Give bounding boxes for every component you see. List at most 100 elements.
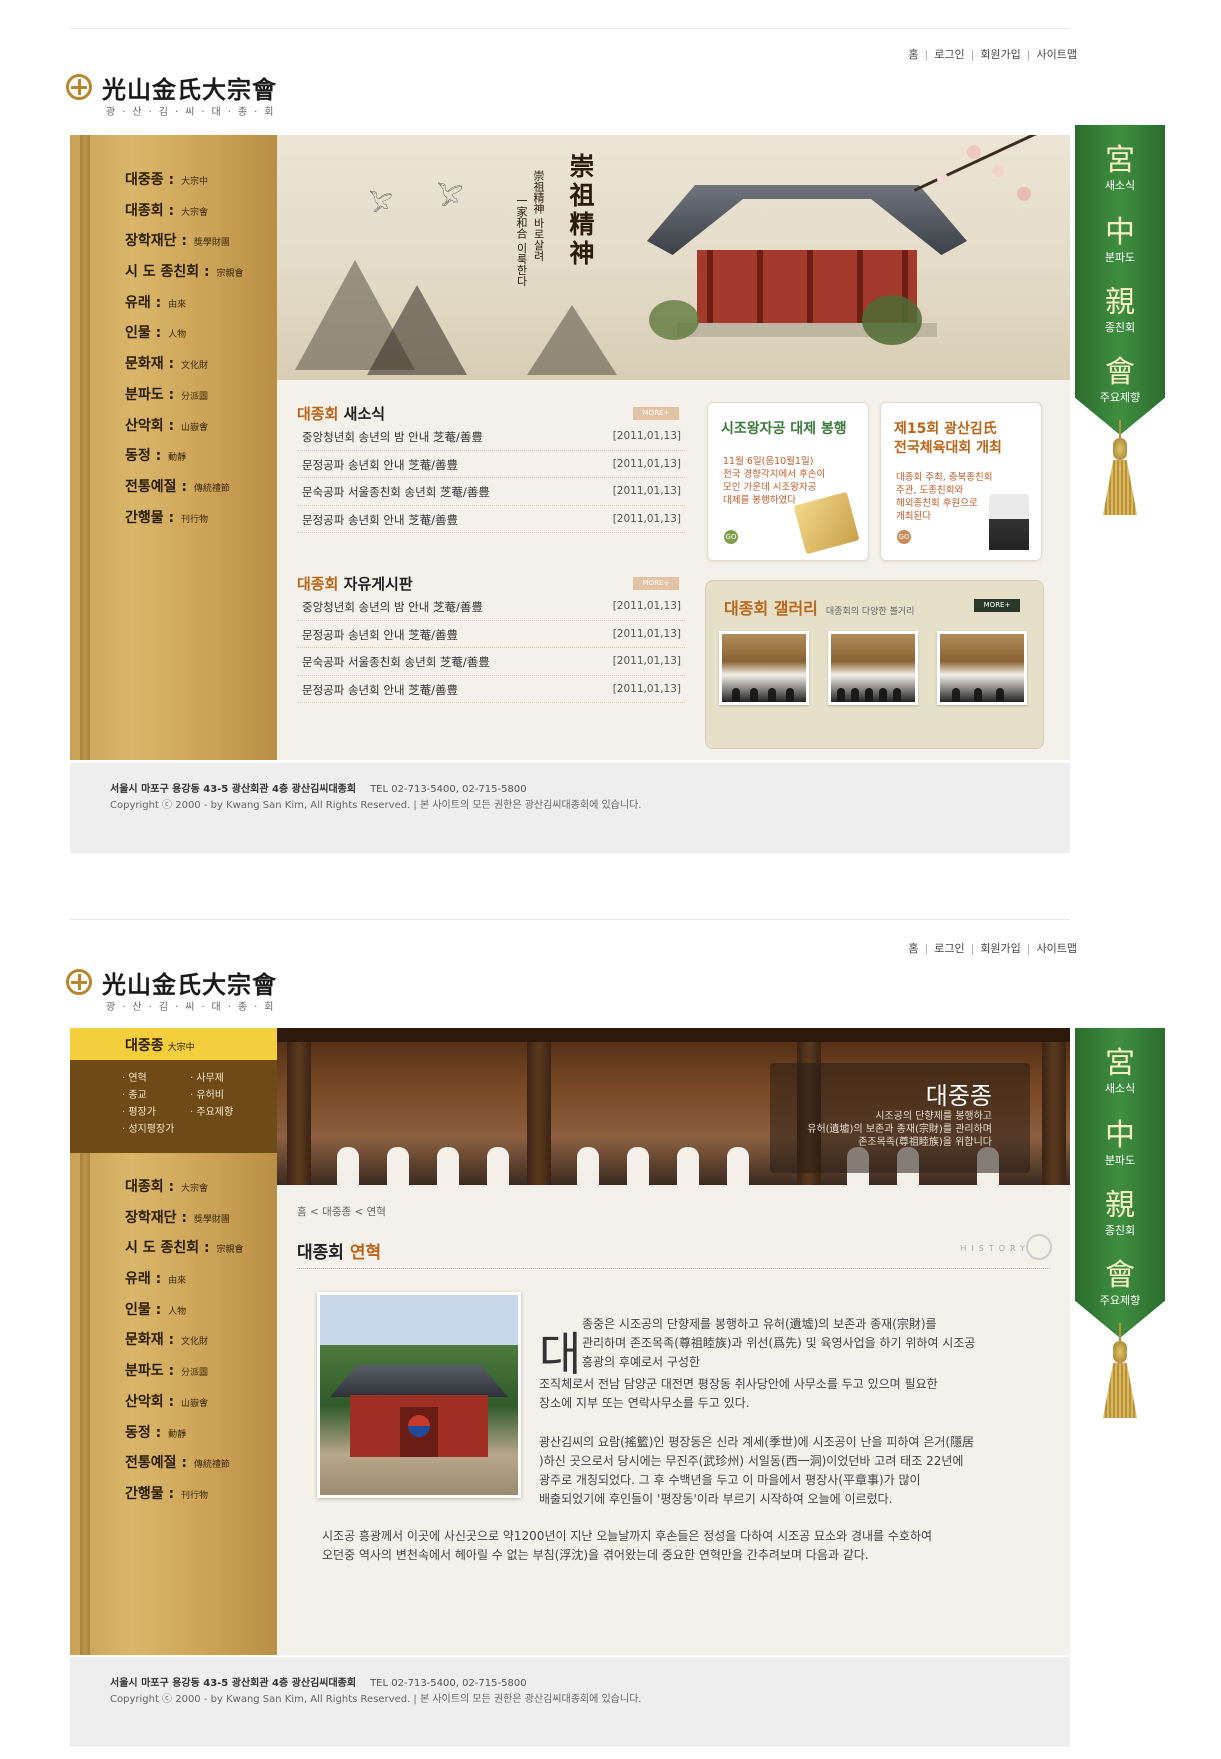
sidebar-item-label: 대중종 (125, 172, 164, 188)
sidebar-item[interactable]: 대종회 : 大宗會 (125, 1176, 244, 1207)
page-title-highlight: 연혁 (349, 1243, 382, 1263)
banner-link-clan-society[interactable]: 종친회 (1075, 1222, 1165, 1238)
list-item[interactable]: 중앙청년회 송년의 밤 안내 芝菴/善豊 [2011,01,13] (297, 423, 685, 451)
content: 대중종 시조공의 단향제를 봉행하고 유허(遺墟)의 보존과 종재(宗財)를 관… (277, 1028, 1070, 1655)
sidebar-item-hanja: 獎學財團 (193, 238, 230, 249)
home-link[interactable]: 홈 (908, 942, 918, 955)
sidebar-item[interactable]: 장학재단 : 獎學財團 (125, 1207, 244, 1238)
banner-link-family-tree[interactable]: 분파도 (1075, 1152, 1165, 1168)
banner-description: 시조공의 단향제를 봉행하고 유허(遺墟)의 보존과 종재(宗財)를 관리하며 … (807, 1111, 992, 1148)
sidebar-item[interactable]: 문화재 : 文化財 (125, 1329, 244, 1360)
board-more-button[interactable]: MORE+ (633, 577, 679, 590)
list-item-title: 문정공파 송년회 안내 芝菴/善豊 (302, 627, 459, 642)
sidebar-item[interactable]: 동정 : 動靜 (125, 1422, 244, 1453)
sidebar-item[interactable]: 유래 : 由來 (125, 1268, 244, 1299)
list-item[interactable]: 문정공파 송년회 안내 芝菴/善豊 [2011,01,13] (297, 451, 685, 478)
sidebar-item[interactable]: 산악회 : 山嶽會 (125, 1391, 244, 1422)
sidebar-item-active[interactable]: 대중종 大宗中 (70, 1028, 277, 1060)
list-item[interactable]: 문숙공파 서울종친회 송년회 芝菴/善豊 [2011,01,13] (297, 648, 685, 676)
divider: | (924, 48, 929, 61)
sidebar-item-hanja: 大宗中 (181, 177, 209, 187)
home-link[interactable]: 홈 (908, 48, 918, 61)
banner-link-clan-society[interactable]: 종친회 (1075, 319, 1165, 335)
sidebar-item-hanja: 大宗會 (181, 207, 209, 218)
sidebar-item[interactable]: 대중종 : 大宗中 (125, 169, 244, 200)
board-list: 중앙청년회 송년의 밤 안내 芝菴/善豊 [2011,01,13] 문정공파 송년회… (297, 593, 685, 703)
tassel-icon (1103, 460, 1137, 515)
history-paragraph: 조직체로서 전남 담양군 대전면 평장동 취사당안에 사무소를 두고 있으며 필… (539, 1377, 938, 1410)
news-more-button[interactable]: MORE+ (633, 407, 679, 420)
signup-link[interactable]: 회원가입 (980, 942, 1020, 955)
submenu-item[interactable]: · 주요제향 (190, 1103, 233, 1118)
sidebar: 대중종 大宗中 · 연혁 · 사무제 · 종교 · 유허비 · 평장가 · 주요제… (70, 1028, 277, 1655)
gallery-thumbnail[interactable] (719, 631, 809, 705)
banner-link-news[interactable]: 새소식 (1075, 1080, 1165, 1096)
sidebar-item[interactable]: 간행물 : 刊行物 (125, 1483, 244, 1514)
event-card-ritual[interactable]: 시조왕자공 대제 봉행 11월 6일(음10월1일) 전국 경향각지에서 후손이… (707, 402, 869, 561)
submenu-item[interactable]: · 연혁 (122, 1069, 147, 1084)
sidebar-item[interactable]: 유래 : 由來 (125, 292, 244, 323)
clan-seal-icon (1026, 1234, 1052, 1260)
go-button[interactable]: GO (897, 530, 911, 544)
list-item[interactable]: 문정공파 송년회 안내 芝菴/善豊 [2011,01,13] (297, 621, 685, 648)
gallery-thumbnail[interactable] (828, 631, 918, 705)
sitemap-link[interactable]: 사이트맵 (1037, 942, 1077, 955)
list-item[interactable]: 문정공파 송년회 안내 芝菴/善豊 [2011,01,13] (297, 676, 685, 703)
breadcrumb-current: 연혁 (366, 1206, 386, 1218)
breadcrumb-home[interactable]: 홈 (297, 1206, 307, 1218)
submenu-item[interactable]: · 사무제 (190, 1069, 224, 1084)
site-logo[interactable]: 光山金氏大宗會 광·산·김·씨·대·종·회 (66, 965, 296, 1017)
content: 𓅯 𓅯 崇祖精神 崇祖精神 바로살려 一家和合 이룩한다 대종회 새소식 MOR… (277, 135, 1070, 760)
banner-link-family-tree[interactable]: 분파도 (1075, 249, 1165, 265)
banner-title: 대중종 (925, 1082, 992, 1110)
hall-pillar (287, 1028, 311, 1185)
banner-glyph-icon: 宮 (1105, 143, 1135, 178)
sidebar-item[interactable]: 인물 : 人物 (125, 322, 244, 353)
shrine-gate-photo (317, 1292, 521, 1498)
tassel-cord (1119, 420, 1121, 440)
site-logo[interactable]: 光山金氏大宗會 광·산·김·씨·대·종·회 (66, 70, 296, 122)
sidebar-item[interactable]: 분파도 : 分派圖 (125, 1360, 244, 1391)
submenu-item[interactable]: · 종교 (122, 1086, 147, 1101)
list-item[interactable]: 문숙공파 서울종친회 송년회 芝菴/善豊 [2011,01,13] (297, 478, 685, 506)
submenu-item[interactable]: · 유허비 (190, 1086, 224, 1101)
sidebar-item[interactable]: 인물 : 人物 (125, 1299, 244, 1330)
submenu-item[interactable]: · 평장가 (122, 1103, 156, 1118)
banner-link-rituals[interactable]: 주요제향 (1075, 389, 1165, 405)
sidebar-item-hanja: 宗親會 (216, 1245, 244, 1256)
sub-page-screen: 홈 | 로그인 | 회원가입 | 사이트맵 光山金氏大宗會 광·산·김·씨·대·종·회 대중… (0, 895, 1221, 1759)
sidebar-item[interactable]: 전통예절 : 傳統禮節 (125, 1452, 244, 1483)
go-button[interactable]: GO (724, 530, 738, 544)
signup-link[interactable]: 회원가입 (980, 48, 1020, 61)
sidebar-item[interactable]: 분파도 : 分派圖 (125, 384, 244, 415)
gallery-thumbnail[interactable] (937, 631, 1027, 705)
gallery-panel: 대종회 갤러리 대종회의 다양한 볼거리 MORE+ (705, 580, 1044, 749)
ceremony-participant (337, 1147, 359, 1185)
list-item[interactable]: 문정공파 송년회 안내 芝菴/善豊 [2011,01,13] (297, 506, 685, 533)
gallery-more-button[interactable]: MORE+ (974, 599, 1020, 612)
sidebar-item[interactable]: 전통예절 : 傳統禮節 (125, 476, 244, 507)
breadcrumb-section[interactable]: 대중종 (322, 1206, 351, 1218)
sidebar-item[interactable]: 간행물 : 刊行物 (125, 507, 244, 538)
login-link[interactable]: 로그인 (934, 48, 964, 61)
login-link[interactable]: 로그인 (934, 942, 964, 955)
sidebar-item[interactable]: 동정 : 動靜 (125, 445, 244, 476)
ink-mountain (527, 305, 617, 375)
sidebar-item[interactable]: 시 도 종친회 : 宗親會 (125, 261, 244, 292)
sidebar-item[interactable]: 대종회 : 大宗會 (125, 200, 244, 231)
event-card-sports[interactable]: 제15회 광산김氏 전국체육대회 개최 대종회 주최, 충북종친회 주관, 도종… (880, 402, 1042, 561)
banner-link-news[interactable]: 새소식 (1075, 177, 1165, 193)
hall-pillar (1042, 1028, 1066, 1185)
sitemap-link[interactable]: 사이트맵 (1037, 48, 1077, 61)
sidebar-item[interactable]: 산악회 : 山嶽會 (125, 415, 244, 446)
submenu-item[interactable]: · 성지평장가 (122, 1120, 174, 1135)
sidebar-item[interactable]: 시 도 종친회 : 宗親會 (125, 1237, 244, 1268)
list-item[interactable]: 중앙청년회 송년의 밤 안내 芝菴/善豊 [2011,01,13] (297, 593, 685, 621)
sidebar-item-label: 대종회 (125, 1179, 164, 1195)
sidebar-item-label: 문화재 (125, 1332, 164, 1349)
banner-link-rituals[interactable]: 주요제향 (1075, 1292, 1165, 1308)
ceremony-participant (577, 1147, 599, 1185)
sidebar-item[interactable]: 문화재 : 文化財 (125, 353, 244, 384)
sidebar-item[interactable]: 장학재단 : 獎學財團 (125, 230, 244, 261)
sidebar: 대중종 : 大宗中 대종회 : 大宗會 장학재단 : 獎學財團 시 도 종친회 : 宗… (70, 135, 277, 760)
